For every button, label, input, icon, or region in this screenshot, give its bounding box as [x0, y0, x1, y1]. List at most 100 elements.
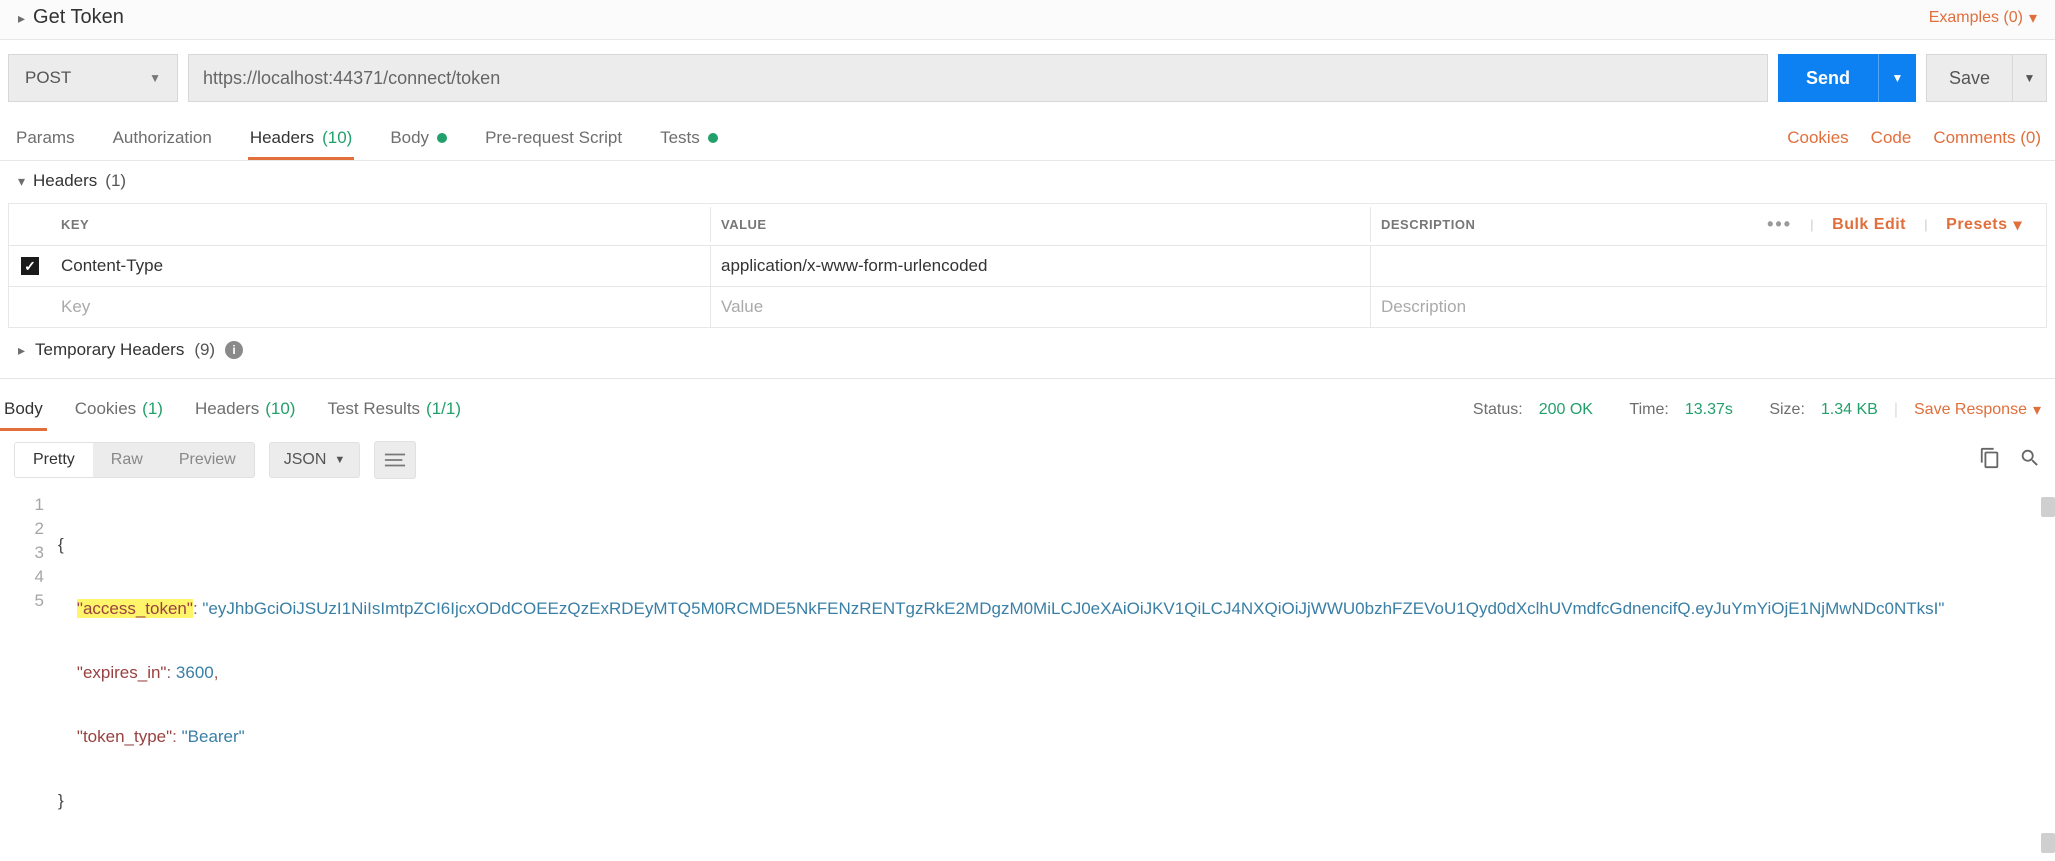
- table-row: Content-Type application/x-www-form-urle…: [9, 246, 2046, 287]
- header-key-cell[interactable]: Content-Type: [51, 246, 711, 286]
- link-comments[interactable]: Comments (0): [1933, 128, 2041, 148]
- time-value: 13.37s: [1685, 401, 1733, 419]
- response-row: Body Cookies (1) Headers (10) Test Resul…: [0, 378, 2055, 431]
- bulk-edit-link[interactable]: Bulk Edit: [1832, 216, 1906, 234]
- gutter: 12345: [0, 489, 58, 861]
- request-tabs-row: Params Authorization Headers (10) Body P…: [0, 116, 2055, 161]
- row-checkbox[interactable]: [21, 257, 39, 275]
- chevron-down-icon: ▼: [149, 71, 161, 85]
- code-content: { "access_token": "eyJhbGciOiJSUzI1NiIsI…: [58, 489, 2055, 861]
- examples-label: Examples (0): [1929, 9, 2023, 27]
- save-response-label: Save Response: [1914, 401, 2027, 419]
- wrap-lines-button[interactable]: [374, 441, 416, 479]
- tab-body-label: Body: [390, 128, 429, 148]
- status-label: Status:: [1473, 401, 1523, 419]
- chevron-right-icon: [18, 340, 25, 360]
- url-input[interactable]: [188, 54, 1768, 102]
- resp-tab-cookies-count: (1): [142, 399, 163, 419]
- resp-tab-headers[interactable]: Headers (10): [191, 389, 300, 431]
- request-name: Get Token: [33, 6, 124, 29]
- size-value: 1.34 KB: [1821, 401, 1878, 419]
- info-icon[interactable]: i: [225, 341, 243, 359]
- tab-authorization[interactable]: Authorization: [111, 116, 214, 160]
- col-value: VALUE: [711, 207, 1371, 242]
- header-value-cell[interactable]: application/x-www-form-urlencoded: [711, 246, 1371, 286]
- dot-indicator-icon: [437, 133, 447, 143]
- format-value: JSON: [284, 451, 327, 469]
- json-key-token-type: "token_type": [77, 727, 172, 746]
- status-value: 200 OK: [1539, 401, 1593, 419]
- request-builder-row: POST ▼ Send ▼ Save ▼: [0, 40, 2055, 116]
- link-cookies[interactable]: Cookies: [1787, 128, 1848, 148]
- temporary-headers-count: (9): [194, 340, 215, 360]
- save-dropdown[interactable]: ▼: [2013, 54, 2047, 102]
- size-label: Size:: [1769, 401, 1805, 419]
- resp-tab-headers-label: Headers: [195, 399, 259, 419]
- resp-tab-testresults-label: Test Results: [327, 399, 420, 419]
- response-body-toolbar: Pretty Raw Preview JSON ▼: [0, 431, 2055, 489]
- tab-headers[interactable]: Headers (10): [248, 116, 355, 160]
- headers-section: Headers (1): [0, 161, 2055, 197]
- resp-tab-body[interactable]: Body: [0, 389, 47, 431]
- chevron-down-icon: [18, 171, 25, 191]
- search-button[interactable]: [2019, 447, 2041, 474]
- headers-section-toggle[interactable]: Headers (1): [18, 171, 2037, 191]
- col-description: DESCRIPTION: [1381, 217, 1475, 232]
- chevron-down-icon: ▼: [334, 454, 345, 466]
- json-val-expires-in: 3600: [176, 663, 214, 682]
- mode-preview[interactable]: Preview: [161, 443, 254, 477]
- tab-headers-count: (10): [322, 128, 352, 148]
- col-key: KEY: [51, 207, 711, 242]
- resp-tab-cookies-label: Cookies: [75, 399, 136, 419]
- json-key-access-token: "access_token": [77, 599, 193, 618]
- mode-pretty[interactable]: Pretty: [15, 443, 93, 477]
- send-button[interactable]: Send: [1778, 54, 1878, 102]
- scrollbar-vertical[interactable]: [2041, 833, 2055, 853]
- temporary-headers-label: Temporary Headers: [35, 340, 184, 360]
- chevron-down-icon: ▾: [2033, 400, 2041, 420]
- response-body-editor[interactable]: 12345 { "access_token": "eyJhbGciOiJSUzI…: [0, 489, 2055, 861]
- header-key-input[interactable]: Key: [51, 287, 711, 327]
- headers-section-count: (1): [105, 171, 126, 191]
- resp-tab-cookies[interactable]: Cookies (1): [71, 389, 167, 431]
- tab-tests[interactable]: Tests: [658, 116, 720, 160]
- save-button[interactable]: Save: [1926, 54, 2013, 102]
- http-method-select[interactable]: POST ▼: [8, 54, 178, 102]
- header-desc-cell[interactable]: [1371, 246, 2046, 286]
- collapse-icon[interactable]: [18, 8, 25, 28]
- wrap-icon: [384, 452, 406, 468]
- scrollbar-vertical[interactable]: [2041, 497, 2055, 517]
- format-select[interactable]: JSON ▼: [269, 442, 361, 478]
- header-value-input[interactable]: Value: [711, 287, 1371, 327]
- temporary-headers-toggle[interactable]: Temporary Headers (9) i: [0, 328, 2055, 378]
- headers-section-label: Headers: [33, 171, 97, 191]
- tab-params[interactable]: Params: [14, 116, 77, 160]
- dot-indicator-icon: [708, 133, 718, 143]
- link-code[interactable]: Code: [1871, 128, 1912, 148]
- tab-body[interactable]: Body: [388, 116, 449, 160]
- examples-dropdown[interactable]: Examples (0) ▾: [1929, 8, 2037, 28]
- more-icon[interactable]: •••: [1767, 214, 1792, 235]
- chevron-down-icon: ▾: [2029, 8, 2037, 28]
- resp-tab-testresults-count: (1/1): [426, 399, 461, 419]
- copy-icon: [1979, 447, 2001, 469]
- headers-table-head: KEY VALUE DESCRIPTION ••• | Bulk Edit | …: [9, 204, 2046, 246]
- presets-dropdown[interactable]: Presets ▾: [1946, 215, 2022, 235]
- header-desc-input[interactable]: Description: [1371, 287, 2046, 327]
- table-row-new: Key Value Description: [9, 287, 2046, 327]
- time-label: Time:: [1629, 401, 1668, 419]
- json-val-token-type: "Bearer": [182, 727, 245, 746]
- tab-headers-label: Headers: [250, 128, 314, 148]
- resp-tab-testresults[interactable]: Test Results (1/1): [323, 389, 465, 431]
- request-right-links: Cookies Code Comments (0): [1787, 128, 2041, 148]
- chevron-down-icon: ▾: [2013, 215, 2022, 235]
- copy-button[interactable]: [1979, 447, 2001, 474]
- mode-raw[interactable]: Raw: [93, 443, 161, 477]
- search-icon: [2019, 447, 2041, 469]
- body-view-mode-tabs: Pretty Raw Preview: [14, 442, 255, 478]
- tab-prerequest[interactable]: Pre-request Script: [483, 116, 624, 160]
- send-dropdown[interactable]: ▼: [1878, 54, 1916, 102]
- json-key-expires-in: "expires_in": [77, 663, 167, 682]
- save-response-dropdown[interactable]: Save Response ▾: [1914, 400, 2041, 420]
- request-title-bar: Get Token Examples (0) ▾: [0, 0, 2055, 40]
